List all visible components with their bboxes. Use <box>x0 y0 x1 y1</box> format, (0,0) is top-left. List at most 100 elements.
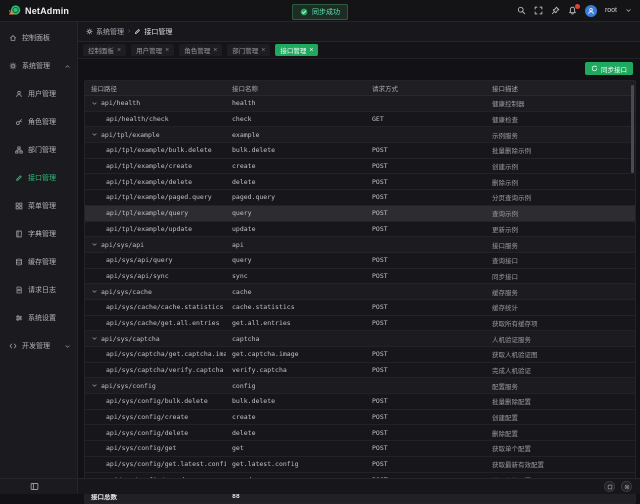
api-method: POST <box>372 225 388 233</box>
pin-icon[interactable] <box>551 6 560 15</box>
pencil-icon <box>15 174 23 182</box>
tab-item[interactable]: 角色管理× <box>179 44 222 56</box>
table-row[interactable]: api/tpl/example/deletedeletePOST删除示例 <box>85 174 635 190</box>
sidebar-item-key[interactable]: 角色管理 <box>0 108 77 136</box>
fab-settings-button[interactable] <box>621 481 632 492</box>
api-name: captcha <box>232 335 259 343</box>
sidebar-item-label: 系统设置 <box>28 313 56 323</box>
sidebar-item-grid[interactable]: 菜单管理 <box>0 192 77 220</box>
api-path: api/sys/config <box>101 382 156 390</box>
sidebar-item-book[interactable]: 字典管理 <box>0 220 77 248</box>
table-row[interactable]: api/tpl/example/queryqueryPOST查询示例 <box>85 206 635 222</box>
table-row[interactable]: api/sys/cache/get.all.entriesget.all.ent… <box>85 316 635 332</box>
code-icon <box>9 342 17 350</box>
table-row[interactable]: api/tpl/example/paged.querypaged.queryPO… <box>85 190 635 206</box>
app-logo[interactable]: NetAdmin <box>8 4 69 17</box>
tab-close-icon[interactable]: × <box>261 47 265 54</box>
api-path: api/tpl/example <box>101 131 160 139</box>
table-scrollbar[interactable] <box>631 85 634 173</box>
api-name: update <box>232 225 255 233</box>
table-row[interactable]: api/sys/config/bulk.deletebulk.deletePOS… <box>85 394 635 410</box>
tab-close-icon[interactable]: × <box>165 47 169 54</box>
tab-item-active[interactable]: 接口管理× <box>275 44 318 56</box>
api-description: 更新示例 <box>492 224 518 234</box>
tab-close-icon[interactable]: × <box>117 47 121 54</box>
table-row[interactable]: api/sys/apiapi接口服务 <box>85 237 635 253</box>
table-row[interactable]: api/sys/cache/cache.statisticscache.stat… <box>85 300 635 316</box>
api-description: 获取所有缓存项 <box>492 318 538 328</box>
sidebar-item-code[interactable]: 开发管理 <box>0 332 77 360</box>
notifications-bell-icon[interactable] <box>568 6 577 15</box>
sidebar-item-database[interactable]: 缓存管理 <box>0 248 77 276</box>
api-name: get.latest.config <box>232 460 299 468</box>
row-collapse-caret-icon[interactable] <box>91 241 98 248</box>
api-description: 人机验证服务 <box>492 334 531 344</box>
user-menu-chevron-down-icon[interactable] <box>625 7 632 14</box>
api-path: api/health <box>101 99 140 107</box>
table-row[interactable]: api/sys/api/syncsyncPOST同步接口 <box>85 269 635 285</box>
table-row[interactable]: api/sys/config/get.latest.configget.late… <box>85 457 635 473</box>
api-name: api <box>232 241 244 249</box>
fullscreen-icon[interactable] <box>534 6 543 15</box>
tab-close-icon[interactable]: × <box>213 47 217 54</box>
table-row[interactable]: api/sys/cachecache缓存服务 <box>85 284 635 300</box>
tab-label: 接口管理 <box>280 45 306 55</box>
api-name: example <box>232 131 259 139</box>
api-name: cache <box>232 288 252 296</box>
table-row[interactable]: api/tpl/example/createcreatePOST创建示例 <box>85 159 635 175</box>
tab-item[interactable]: 控制面板× <box>83 44 126 56</box>
table-row[interactable]: api/sys/configconfig配置服务 <box>85 378 635 394</box>
sidebar: 控制面板系统管理用户管理角色管理部门管理接口管理菜单管理字典管理缓存管理请求日志… <box>0 22 78 478</box>
table-row[interactable]: api/sys/config/getgetPOST获取单个配置 <box>85 441 635 457</box>
api-method: POST <box>372 319 388 327</box>
user-avatar[interactable] <box>585 5 597 17</box>
table-row[interactable]: api/sys/config/deletedeletePOST删除配置 <box>85 425 635 441</box>
sidebar-item-org[interactable]: 部门管理 <box>0 136 77 164</box>
sidebar-item-gear[interactable]: 系统管理 <box>0 52 77 80</box>
api-path: api/tpl/example/paged.query <box>106 193 212 201</box>
api-name: cache.statistics <box>232 303 295 311</box>
api-name: config <box>232 382 255 390</box>
fab-layout-button[interactable] <box>604 481 615 492</box>
row-collapse-caret-icon[interactable] <box>91 335 98 342</box>
api-description: 获取单个配置 <box>492 443 531 453</box>
tab-close-icon[interactable]: × <box>309 47 313 54</box>
search-icon[interactable] <box>517 6 526 15</box>
table-row[interactable]: api/healthhealth健康控制器 <box>85 96 635 112</box>
row-collapse-caret-icon[interactable] <box>91 131 98 138</box>
sync-success-toast: 同步成功 <box>292 4 348 20</box>
row-collapse-caret-icon[interactable] <box>91 100 98 107</box>
api-path: api/sys/cache/get.all.entries <box>106 319 220 327</box>
sidebar-item-label: 角色管理 <box>28 117 56 127</box>
breadcrumb-item[interactable]: 系统管理 <box>86 27 124 37</box>
sidebar-item-label: 控制面板 <box>22 33 50 43</box>
table-row[interactable]: api/sys/api/queryqueryPOST查询接口 <box>85 253 635 269</box>
table-row[interactable]: api/sys/config/createcreatePOST创建配置 <box>85 410 635 426</box>
api-method: POST <box>372 146 388 154</box>
tab-item[interactable]: 部门管理× <box>227 44 270 56</box>
sidebar-item-user[interactable]: 用户管理 <box>0 80 77 108</box>
sidebar-item-sliders[interactable]: 系统设置 <box>0 304 77 332</box>
table-row[interactable]: api/tpl/example/updateupdatePOST更新示例 <box>85 222 635 238</box>
breadcrumb-item[interactable]: 接口管理 <box>134 27 172 37</box>
refresh-icon <box>591 65 598 72</box>
row-collapse-caret-icon[interactable] <box>91 382 98 389</box>
sliders-icon <box>15 314 23 322</box>
tab-label: 控制面板 <box>88 45 114 55</box>
table-row[interactable]: api/sys/captcha/get.captcha.imageget.cap… <box>85 347 635 363</box>
row-collapse-caret-icon[interactable] <box>91 288 98 295</box>
api-name: get <box>232 444 244 452</box>
table-row[interactable]: api/tpl/exampleexample示例服务 <box>85 127 635 143</box>
table-row[interactable]: api/tpl/example/bulk.deletebulk.deletePO… <box>85 143 635 159</box>
tab-item[interactable]: 用户管理× <box>131 44 174 56</box>
collapse-sidebar-icon[interactable] <box>30 482 39 491</box>
table-row[interactable]: api/health/checkcheckGET健康检查 <box>85 112 635 128</box>
sidebar-item-home[interactable]: 控制面板 <box>0 24 77 52</box>
api-method: POST <box>372 193 388 201</box>
sync-api-button[interactable]: 同步接口 <box>585 62 633 75</box>
table-row[interactable]: api/sys/captcha/verify.captchaverify.cap… <box>85 363 635 379</box>
sidebar-item-document[interactable]: 请求日志 <box>0 276 77 304</box>
current-user-name[interactable]: root <box>605 7 617 14</box>
sidebar-item-pencil[interactable]: 接口管理 <box>0 164 77 192</box>
table-row[interactable]: api/sys/captchacaptcha人机验证服务 <box>85 331 635 347</box>
